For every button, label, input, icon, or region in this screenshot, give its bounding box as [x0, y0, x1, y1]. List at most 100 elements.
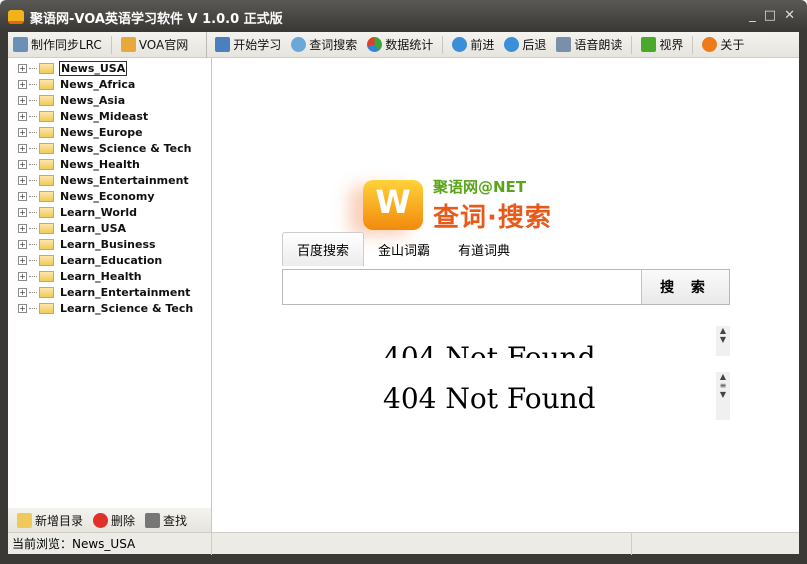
scrollbar[interactable]: ▲ ≡ ▼ [716, 372, 730, 420]
tree-item[interactable]: + News_Science & Tech [8, 140, 211, 156]
button-label: 后退 [522, 38, 547, 52]
start-learning-button[interactable]: 开始学习 [210, 34, 286, 56]
find-button[interactable]: 查找 [140, 509, 192, 531]
tree-item[interactable]: + News_Health [8, 156, 211, 172]
expand-icon[interactable]: + [18, 271, 27, 281]
tree-item-label: Learn_Education [60, 253, 163, 267]
tree-item[interactable]: + News_Europe [8, 124, 211, 140]
tree-actions: 新增目录 删除 查找 [8, 508, 212, 532]
tree-item[interactable]: + Learn_Education [8, 252, 211, 268]
expand-icon[interactable]: + [18, 95, 27, 105]
expand-icon[interactable]: + [18, 159, 27, 169]
folder-icon [39, 206, 54, 218]
tree-item[interactable]: + Learn_World [8, 204, 211, 220]
button-label: 语音朗读 [574, 38, 623, 52]
expand-icon[interactable]: + [18, 143, 27, 153]
brand-main: 查词·搜索 [433, 203, 552, 233]
expand-icon[interactable]: + [18, 287, 27, 297]
read-aloud-button[interactable]: 语音朗读 [551, 34, 627, 56]
expand-icon[interactable]: + [18, 223, 27, 233]
minimize-button[interactable]: _ [749, 8, 756, 23]
folder-icon [39, 254, 54, 266]
tree-item[interactable]: + News_Asia [8, 92, 211, 108]
view-button[interactable]: 视界 [636, 34, 688, 56]
binoculars-icon [145, 512, 161, 528]
tree-item[interactable]: + News_Africa [8, 76, 211, 92]
tree-item-label: Learn_Science & Tech [60, 301, 194, 315]
search-box: 搜 索 [282, 269, 730, 305]
search-input[interactable] [283, 270, 641, 304]
tree-item-label: News_Mideast [60, 109, 149, 123]
logo-w-icon: W [363, 180, 423, 230]
folder-icon [39, 302, 54, 314]
tree-item[interactable]: + News_Economy [8, 188, 211, 204]
folder-icon [39, 94, 54, 106]
folder-icon [39, 222, 54, 234]
button-label: 前进 [470, 38, 495, 52]
expand-icon[interactable]: + [18, 191, 27, 201]
expand-icon[interactable]: + [18, 127, 27, 137]
tab-iciba[interactable]: 金山词霸 [364, 232, 444, 266]
close-button[interactable]: ✕ [784, 8, 795, 23]
statistics-button[interactable]: 数据统计 [362, 34, 438, 56]
tree-item-label: Learn_World [60, 205, 138, 219]
button-label: 查词搜索 [309, 38, 358, 52]
expand-icon[interactable]: + [18, 303, 27, 313]
tree-item[interactable]: + Learn_Science & Tech [8, 300, 211, 316]
add-folder-button[interactable]: 新增目录 [12, 509, 88, 531]
search-button[interactable]: 搜 索 [641, 270, 729, 304]
title-bar: 聚语网-VOA英语学习软件 V 1.0.0 正式版 [8, 6, 283, 28]
tree-item-label: News_Asia [60, 93, 126, 107]
expand-icon[interactable]: + [18, 175, 27, 185]
make-lrc-button[interactable]: 制作同步LRC [8, 34, 107, 56]
tree-item-label: News_Health [60, 157, 140, 171]
add-folder-icon [17, 512, 32, 528]
voa-site-button[interactable]: VOA官网 [116, 34, 193, 56]
tree-item-label: News_Economy [60, 189, 155, 203]
view-icon [641, 37, 657, 52]
info-icon [702, 37, 718, 52]
expand-icon[interactable]: + [18, 255, 27, 265]
expand-icon[interactable]: + [18, 239, 27, 249]
tree-item[interactable]: + Learn_USA [8, 220, 211, 236]
button-label: 数据统计 [385, 38, 434, 52]
expand-icon[interactable]: + [18, 63, 27, 73]
word-search-button[interactable]: 查词搜索 [286, 34, 362, 56]
button-label: 视界 [659, 38, 684, 52]
scrollbar[interactable]: ▲ ▼ [716, 326, 730, 356]
tree-item-label: News_Science & Tech [60, 141, 192, 155]
forward-icon [452, 37, 468, 52]
search-panel: W 聚语网@NET 查词·搜索 百度搜索 金山词霸 有道词典 搜 索 404 N… [213, 58, 799, 532]
folder-icon [39, 78, 54, 90]
search-engine-tabs: 百度搜索 金山词霸 有道词典 [282, 232, 524, 266]
tree-item[interactable]: + Learn_Entertainment [8, 284, 211, 300]
tree-item[interactable]: + News_USA [8, 60, 211, 76]
button-label: 查找 [163, 513, 188, 528]
folder-icon [39, 286, 54, 298]
magnifier-icon [291, 37, 307, 52]
delete-button[interactable]: 删除 [88, 509, 140, 531]
app-logo-icon [8, 10, 24, 24]
status-text: 当前浏览：News_USA [8, 532, 212, 555]
tab-youdao[interactable]: 有道词典 [444, 232, 524, 266]
back-button[interactable]: 后退 [499, 34, 551, 56]
tree-item[interactable]: + Learn_Business [8, 236, 211, 252]
expand-icon[interactable]: + [18, 79, 27, 89]
about-button[interactable]: 关于 [697, 34, 749, 56]
expand-icon[interactable]: + [18, 111, 27, 121]
tree-item[interactable]: + News_Mideast [8, 108, 211, 124]
tree-item[interactable]: + News_Entertainment [8, 172, 211, 188]
expand-icon[interactable]: + [18, 207, 27, 217]
folder-icon [39, 110, 54, 122]
maximize-button[interactable]: □ [764, 8, 776, 23]
tree-item-label: News_Africa [60, 77, 136, 91]
app-window: 聚语网-VOA英语学习软件 V 1.0.0 正式版 _ □ ✕ 制作同步LRC … [0, 0, 807, 564]
tree-item-label: Learn_Health [60, 269, 142, 283]
button-label: 删除 [111, 513, 136, 528]
tab-baidu[interactable]: 百度搜索 [282, 232, 365, 266]
button-label: 新增目录 [35, 513, 84, 528]
folder-icon [39, 62, 54, 74]
book-icon [215, 37, 231, 52]
forward-button[interactable]: 前进 [447, 34, 499, 56]
tree-item[interactable]: + Learn_Health [8, 268, 211, 284]
